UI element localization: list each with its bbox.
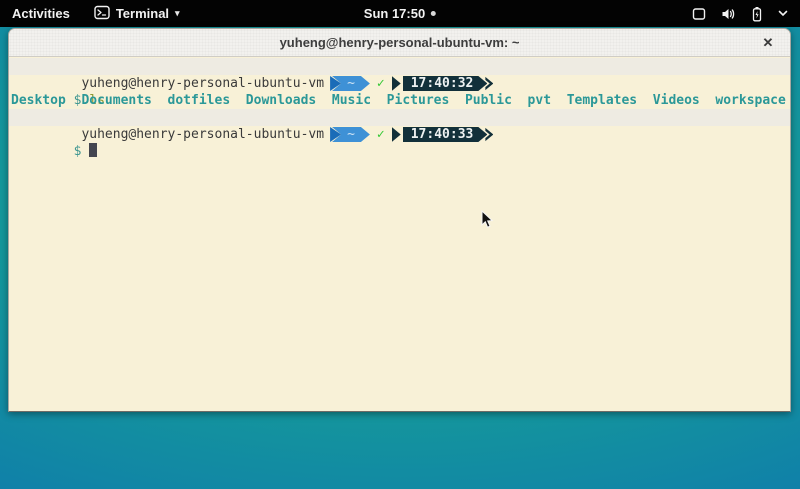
window-titlebar[interactable]: yuheng@henry-personal-ubuntu-vm: ~ ✕ xyxy=(9,29,790,57)
arrow-right-icon xyxy=(392,76,401,91)
prompt-symbol: $ xyxy=(74,144,82,159)
top-bar: Activities Terminal ▾ Sun 17:50 xyxy=(0,0,800,27)
prompt-line-2: yuheng@henry-personal-ubuntu-vm~✓17:40:3… xyxy=(9,109,790,126)
app-menu-terminal[interactable]: Terminal ▾ xyxy=(82,0,192,27)
battery-charging-icon xyxy=(749,6,765,22)
status-check-icon: ✓ xyxy=(377,75,385,92)
status-check-icon: ✓ xyxy=(377,126,385,143)
powerline-prompt: ~✓17:40:33 xyxy=(330,126,493,143)
close-button[interactable]: ✕ xyxy=(754,29,782,57)
prompt-user-host: yuheng@henry-personal-ubuntu-vm xyxy=(81,76,324,91)
volume-icon xyxy=(720,6,736,22)
notification-dot-icon xyxy=(431,11,436,16)
app-menu-label: Terminal xyxy=(116,6,169,21)
text-cursor xyxy=(89,143,97,157)
powerline-prompt: ~✓17:40:32 xyxy=(330,75,493,92)
arrow-right-icon xyxy=(392,127,401,142)
time-segment: 17:40:33 xyxy=(403,127,488,142)
desktop: Activities Terminal ▾ Sun 17:50 xyxy=(0,0,800,489)
prompt-user-host: yuheng@henry-personal-ubuntu-vm xyxy=(81,127,324,142)
chevron-down-icon xyxy=(778,10,788,17)
chevron-down-icon: ▾ xyxy=(175,9,180,18)
top-bar-left: Activities Terminal ▾ xyxy=(0,0,192,27)
prompt-line-1: yuheng@henry-personal-ubuntu-vm~✓17:40:3… xyxy=(9,58,790,75)
terminal-screen[interactable]: yuheng@henry-personal-ubuntu-vm~✓17:40:3… xyxy=(9,57,790,412)
window-title: yuheng@henry-personal-ubuntu-vm: ~ xyxy=(280,35,520,50)
screen-icon xyxy=(691,6,707,22)
activities-button[interactable]: Activities xyxy=(0,0,82,27)
ls-output: Desktop Documents dotfiles Downloads Mus… xyxy=(9,92,790,109)
time-segment: 17:40:32 xyxy=(403,76,488,91)
terminal-window: yuheng@henry-personal-ubuntu-vm: ~ ✕ yuh… xyxy=(8,28,791,412)
system-menu[interactable] xyxy=(679,0,800,27)
terminal-icon xyxy=(94,5,110,23)
clock-button[interactable]: Sun 17:50 xyxy=(354,0,446,27)
clock-label: Sun 17:50 xyxy=(364,6,425,21)
